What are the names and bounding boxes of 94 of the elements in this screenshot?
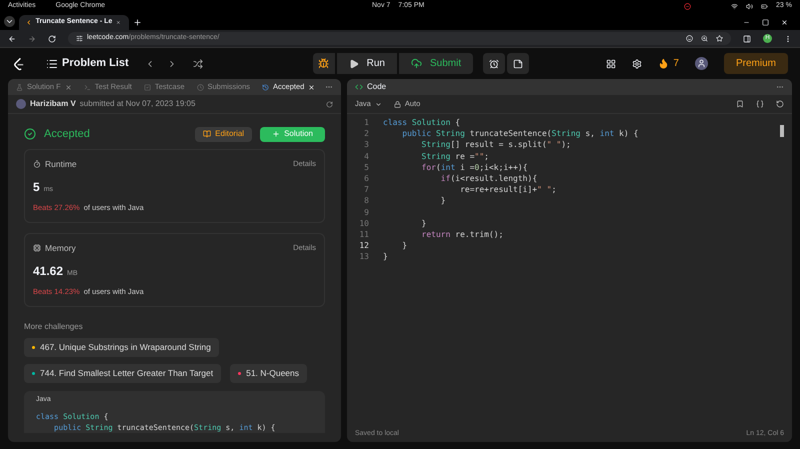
line-number: 10: [359, 218, 369, 230]
line-number: 12: [359, 240, 369, 252]
battery-icon: [761, 3, 768, 10]
stat-value: 5: [33, 179, 40, 196]
note-icon: [513, 58, 524, 68]
reload-icon[interactable]: [48, 34, 56, 42]
side-panel-icon[interactable]: [743, 34, 751, 42]
line-number: 9: [364, 206, 369, 218]
line-number: 13: [359, 251, 369, 263]
panel-title: Code: [367, 81, 386, 93]
line-number: 8: [364, 195, 369, 207]
code-line: return re.trim();: [420, 229, 504, 240]
history-icon: [262, 84, 270, 90]
code-line: public String truncateSentence(String s, int k) {: [401, 128, 638, 140]
play-icon: [348, 58, 359, 68]
problem-list-link[interactable]: Problem List: [62, 55, 129, 72]
streak-count: 7: [673, 57, 679, 71]
code-line: for(int i =0;i<k;i++){: [420, 162, 529, 174]
code-line: String[] result = s.split(" ");: [420, 139, 572, 151]
reset-icon[interactable]: [776, 100, 784, 108]
timer-icon: [33, 160, 41, 168]
plus-icon: [272, 130, 280, 138]
alarm-icon: [489, 58, 500, 68]
challenge-chip[interactable]: 51. N-Queens: [230, 364, 308, 382]
code-line: re=re+result[i]+" ";: [459, 184, 558, 196]
book-icon: [203, 130, 212, 138]
submission-meta: submitted at Nov 07, 2023 19:05: [80, 98, 196, 110]
premium-button[interactable]: Premium: [724, 53, 788, 74]
scrollbar-thumb[interactable]: [780, 125, 784, 137]
status-text: Accepted: [44, 127, 90, 142]
site-info-icon: [76, 35, 83, 42]
code-line: }: [401, 240, 408, 252]
avatar[interactable]: [694, 57, 708, 70]
line-number: 11: [359, 229, 369, 240]
editorial-button[interactable]: Editorial: [195, 126, 252, 142]
line-number: 3: [364, 139, 369, 151]
forward-icon[interactable]: [28, 34, 36, 42]
code-line: class Solution {: [383, 117, 462, 128]
bookmark-star-icon[interactable]: [716, 35, 723, 42]
minimize-icon[interactable]: [743, 19, 750, 26]
wifi-icon: [731, 3, 738, 10]
run-button[interactable]: Run: [336, 53, 397, 74]
volume-icon: [746, 3, 754, 10]
terminal-icon: [84, 84, 91, 90]
new-tab-icon[interactable]: [133, 18, 142, 27]
layout-icon[interactable]: [606, 58, 616, 68]
flask-icon: [16, 84, 23, 90]
line-number: 5: [364, 162, 369, 174]
stat-title: Runtime: [45, 158, 77, 170]
back-icon[interactable]: [8, 34, 16, 42]
debug-button[interactable]: [312, 53, 335, 74]
refresh-icon[interactable]: [326, 100, 333, 108]
code-line: }: [440, 195, 447, 207]
stat-value: 41.62: [33, 263, 64, 280]
clock-icon: [196, 84, 204, 90]
user-icon: [696, 59, 706, 68]
section-title: More challenges: [24, 320, 84, 332]
shuffle-icon[interactable]: [192, 58, 203, 68]
line-number: 2: [364, 128, 369, 140]
code-line: if(i<result.length){: [440, 173, 538, 184]
check-circle-icon: [24, 128, 36, 140]
notes-button[interactable]: [507, 53, 530, 74]
line-number: 4: [364, 150, 369, 162]
flame-icon: [658, 58, 670, 69]
timer-button[interactable]: [483, 53, 506, 74]
chevron-down-icon: [374, 100, 382, 108]
username[interactable]: Harizibam V: [30, 98, 76, 110]
maximize-icon[interactable]: [762, 19, 769, 26]
submit-button[interactable]: Submit: [398, 53, 474, 74]
checkbox-icon: [144, 84, 151, 90]
line-number: 1: [364, 117, 369, 128]
upload-icon: [410, 58, 422, 69]
lock-icon: [394, 100, 401, 108]
line-number: 6: [364, 173, 369, 184]
user-avatar: [16, 99, 26, 109]
stat-title: Memory: [45, 242, 76, 254]
zoom-icon: [701, 35, 708, 42]
challenge-chip[interactable]: 744. Find Smallest Letter Greater Than Target: [24, 364, 222, 382]
code-line: String re ="";: [420, 150, 490, 162]
code-line: }: [420, 218, 428, 230]
tab-search-icon[interactable]: [4, 16, 15, 27]
extension-icon: [686, 35, 693, 42]
chip-icon: [33, 244, 41, 252]
challenge-chip[interactable]: 467. Unique Substrings in Wraparound String: [24, 338, 219, 356]
code-icon: [355, 83, 363, 91]
do-not-disturb-icon: [684, 3, 692, 10]
line-number: 7: [364, 184, 369, 196]
bookmark-icon[interactable]: [736, 100, 744, 108]
logo[interactable]: [12, 56, 26, 70]
code-line: }: [383, 251, 389, 263]
braces-icon[interactable]: [756, 100, 764, 108]
bug-icon: [318, 58, 330, 69]
settings-icon[interactable]: [632, 58, 642, 68]
tab-favicon: [27, 19, 32, 26]
